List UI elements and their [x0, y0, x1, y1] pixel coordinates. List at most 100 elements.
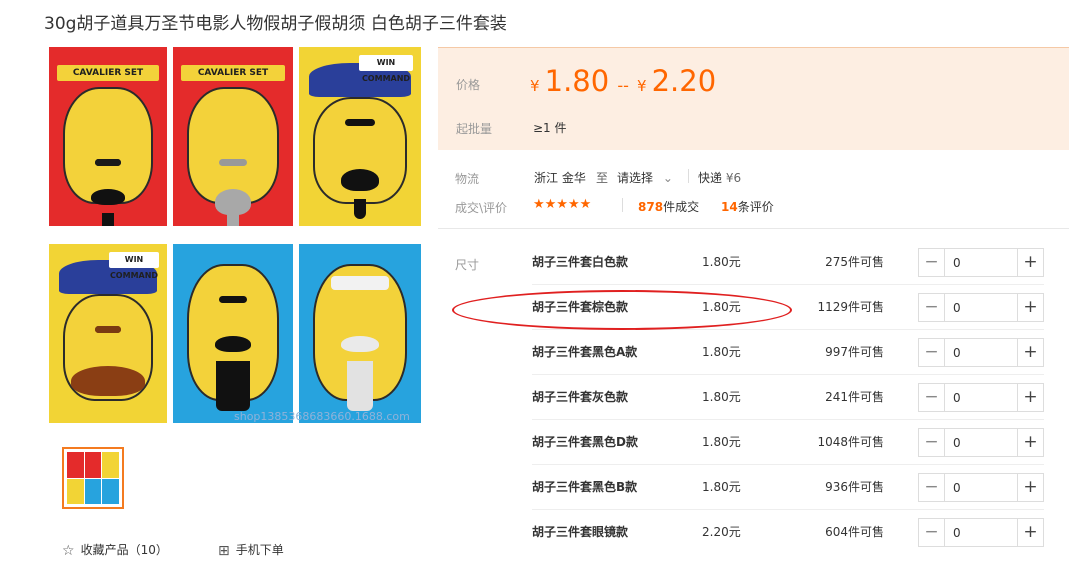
sku-name: 胡子三件套白色款: [532, 255, 629, 269]
quantity-stepper: −+: [918, 428, 1044, 457]
quantity-input[interactable]: [945, 294, 1017, 321]
sku-price: 1.80元: [702, 480, 741, 494]
sku-price: 1.80元: [702, 300, 741, 314]
star-outline-icon: ☆: [62, 543, 75, 559]
sku-price: 2.20元: [702, 525, 741, 539]
cartoon-face: [63, 294, 153, 401]
cartoon-face: [63, 87, 153, 226]
sku-row: 胡子三件套眼镜款2.20元604件可售−+: [532, 510, 1044, 555]
quantity-input[interactable]: [945, 429, 1017, 456]
increment-button[interactable]: +: [1017, 474, 1043, 501]
mobile-order-button[interactable]: ⊞ 手机下单: [218, 541, 284, 559]
express-label: 快递: [698, 171, 723, 185]
sku-name: 胡子三件套黑色B款: [532, 480, 638, 494]
increment-button[interactable]: +: [1017, 384, 1043, 411]
product-title: 30g胡子道具万圣节电影人物假胡子假胡须 白色胡子三件套装: [44, 14, 507, 34]
sku-name: 胡子三件套眼镜款: [532, 525, 629, 539]
panel-banner: WIN COMMAND: [109, 252, 159, 280]
section-divider: [438, 228, 1069, 229]
sku-price: 1.80元: [702, 345, 741, 359]
star-rating: ★★★★★: [533, 197, 592, 212]
express-fee: 快递 ¥6: [698, 169, 741, 186]
moq-label: 起批量: [456, 122, 493, 136]
sku-row: 胡子三件套棕色款1.80元1129件可售−+: [532, 285, 1044, 330]
cartoon-face: [187, 87, 279, 226]
increment-button[interactable]: +: [1017, 294, 1043, 321]
sku-name: 胡子三件套棕色款: [532, 300, 629, 314]
deals-number: 878: [638, 200, 664, 214]
price-high: 2.20: [651, 64, 717, 98]
quantity-input[interactable]: [945, 384, 1017, 411]
increment-button[interactable]: +: [1017, 429, 1043, 456]
moq-value: ≥1 件: [533, 121, 567, 135]
image-panel-cavalier-grey: CAVALIER SET: [173, 47, 293, 226]
quantity-input[interactable]: [945, 339, 1017, 366]
sku-stock: 997件可售: [825, 345, 884, 359]
quantity-stepper: −+: [918, 518, 1044, 547]
divider: [622, 198, 623, 212]
express-price: ¥6: [725, 171, 742, 185]
destination-select[interactable]: 请选择 ⌄: [617, 169, 673, 186]
sku-name: 胡子三件套黑色D款: [532, 435, 638, 449]
increment-button[interactable]: +: [1017, 519, 1043, 546]
panel-banner: CAVALIER SET: [181, 65, 285, 81]
deals-text: 件成交: [663, 200, 700, 214]
sku-row: 胡子三件套黑色D款1.80元1048件可售−+: [532, 420, 1044, 465]
shop-watermark: shop1385368683660.1688.com: [234, 410, 410, 423]
sku-size-label: 尺寸: [455, 258, 480, 272]
panel-banner: WIN COMMAND: [359, 55, 413, 83]
qr-code-icon: ⊞: [218, 543, 230, 559]
price-range: ¥ 1.80 -- ¥ 2.20: [530, 64, 716, 98]
decrement-button[interactable]: −: [919, 384, 945, 411]
price-dash: --: [617, 76, 629, 95]
decrement-button[interactable]: −: [919, 249, 945, 276]
price-label: 价格: [456, 78, 481, 92]
decrement-button[interactable]: −: [919, 519, 945, 546]
quantity-input[interactable]: [945, 474, 1017, 501]
quantity-stepper: −+: [918, 293, 1044, 322]
favorite-label: 收藏产品（10）: [80, 543, 168, 557]
logistics-label: 物流: [455, 172, 480, 186]
decrement-button[interactable]: −: [919, 429, 945, 456]
destination-select-label: 请选择: [617, 171, 654, 185]
rating-label: 成交\评价: [455, 201, 508, 215]
deals-count[interactable]: 878件成交: [638, 198, 699, 215]
sku-price: 1.80元: [702, 390, 741, 404]
mobile-order-label: 手机下单: [235, 543, 284, 557]
reviews-count[interactable]: 14条评价: [721, 198, 774, 215]
decrement-button[interactable]: −: [919, 339, 945, 366]
price-low: 1.80: [544, 64, 610, 98]
sku-row: 胡子三件套黑色A款1.80元997件可售−+: [532, 330, 1044, 375]
increment-button[interactable]: +: [1017, 249, 1043, 276]
sku-stock: 275件可售: [825, 255, 884, 269]
image-thumbnail[interactable]: [62, 447, 124, 509]
sku-stock: 936件可售: [825, 480, 884, 494]
sku-stock: 1048件可售: [817, 435, 884, 449]
sku-row: 胡子三件套白色款1.80元275件可售−+: [532, 240, 1044, 285]
quantity-stepper: −+: [918, 248, 1044, 277]
sku-row: 胡子三件套黑色B款1.80元936件可售−+: [532, 465, 1044, 510]
divider: [688, 169, 689, 183]
image-panel-black-long: [173, 244, 293, 423]
sku-price: 1.80元: [702, 255, 741, 269]
chevron-down-icon: ⌄: [662, 171, 673, 185]
reviews-number: 14: [721, 200, 738, 214]
sku-name: 胡子三件套灰色款: [532, 390, 629, 404]
increment-button[interactable]: +: [1017, 339, 1043, 366]
sku-price: 1.80元: [702, 435, 741, 449]
sku-stock: 1129件可售: [817, 300, 884, 314]
origin-location: 浙江 金华: [534, 171, 586, 185]
decrement-button[interactable]: −: [919, 474, 945, 501]
quantity-input[interactable]: [945, 519, 1017, 546]
quantity-input[interactable]: [945, 249, 1017, 276]
favorite-button[interactable]: ☆ 收藏产品（10）: [62, 541, 168, 559]
quantity-stepper: −+: [918, 338, 1044, 367]
quantity-stepper: −+: [918, 383, 1044, 412]
cartoon-face: [313, 264, 407, 411]
main-product-image[interactable]: CAVALIER SET CAVALIER SET WIN COMMAND WI…: [49, 47, 421, 425]
decrement-button[interactable]: −: [919, 294, 945, 321]
image-panel-cavalier-black: CAVALIER SET: [49, 47, 167, 226]
quantity-stepper: −+: [918, 473, 1044, 502]
panel-banner: CAVALIER SET: [57, 65, 159, 81]
currency-symbol: ¥: [636, 77, 647, 95]
